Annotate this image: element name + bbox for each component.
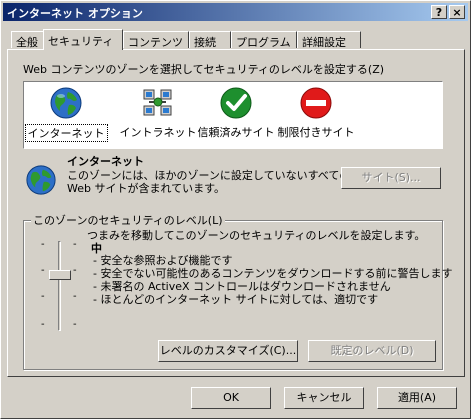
zone-restricted-label: 制限付きサイト xyxy=(277,126,355,139)
zone-trusted-label: 信頼済みサイト xyxy=(197,126,275,139)
slider-tick: - xyxy=(41,319,45,330)
ok-button[interactable]: OK xyxy=(191,387,271,409)
list-item: - 未署名の ActiveX コントロールはダウンロードされません xyxy=(93,280,391,293)
security-level-group-title: このゾーンのセキュリティのレベル(L) xyxy=(31,212,225,228)
zone-intranet[interactable]: イントラネット xyxy=(116,86,200,140)
zone-trusted[interactable]: 信頼済みサイト xyxy=(194,86,278,140)
slider-tick: - xyxy=(73,239,77,250)
custom-level-button[interactable]: レベルのカスタマイズ(C)... xyxy=(158,340,298,362)
window-title: インターネット オプション xyxy=(7,7,143,20)
close-button[interactable]: × xyxy=(449,5,465,19)
tab-security[interactable]: セキュリティ xyxy=(43,29,123,50)
globe-icon xyxy=(50,87,82,119)
slider-tick: - xyxy=(73,291,77,302)
zone-internet[interactable]: インターネット xyxy=(24,86,108,142)
checkmark-icon xyxy=(220,87,252,119)
list-item: - 安全でない可能性のあるコンテンツをダウンロードする前に警告します xyxy=(93,267,453,280)
zone-restricted[interactable]: 制限付きサイト xyxy=(274,86,358,140)
tab-general[interactable]: 全般 xyxy=(11,31,45,49)
security-slider-thumb[interactable] xyxy=(49,270,71,280)
intranet-icon xyxy=(143,89,172,116)
internet-options-window: インターネット オプション ? × 全般 セキュリティ コンテンツ 接続 プログ… xyxy=(0,0,471,419)
slider-tick: - xyxy=(41,239,45,250)
globe-icon xyxy=(26,165,56,195)
slider-tick: - xyxy=(41,265,45,276)
zone-list[interactable]: インターネット イントラネット 信頼済みサイト 制限付きサイト xyxy=(23,81,443,149)
list-item: - ほとんどのインターネット サイトに対しては、適切です xyxy=(93,293,379,306)
slider-tick: - xyxy=(73,319,77,330)
help-button[interactable]: ? xyxy=(431,5,447,19)
security-level-description: - 安全な参照および機能です - 安全でない可能性のあるコンテンツをダウンロード… xyxy=(93,254,452,306)
tab-programs[interactable]: プログラム xyxy=(231,31,297,49)
slider-tick: - xyxy=(73,265,77,276)
security-slider-track[interactable] xyxy=(58,241,61,331)
no-entry-icon xyxy=(300,87,332,119)
zone-intranet-label: イントラネット xyxy=(119,126,197,139)
zone-internet-label: インターネット xyxy=(24,124,108,142)
tab-content[interactable]: コンテンツ xyxy=(123,31,189,49)
default-level-button[interactable]: 既定のレベル(D) xyxy=(308,340,436,362)
zone-instruction: Web コンテンツのゾーンを選択してセキュリティのレベルを設定する(Z) xyxy=(23,63,385,76)
slider-tick: - xyxy=(41,291,45,302)
zone-info-desc-line2: Web サイトが含まれています。 xyxy=(67,182,226,195)
slider-instruction: つまみを移動してこのゾーンのセキュリティのレベルを設定します。 xyxy=(87,229,426,242)
tab-advanced[interactable]: 詳細設定 xyxy=(297,31,361,49)
sites-button[interactable]: サイト(S)... xyxy=(341,167,441,189)
cancel-button[interactable]: キャンセル xyxy=(284,387,364,409)
list-item: - 安全な参照および機能です xyxy=(93,254,233,267)
tab-connections[interactable]: 接続 xyxy=(189,31,231,49)
apply-button[interactable]: 適用(A) xyxy=(377,387,457,409)
title-bar[interactable]: インターネット オプション ? × xyxy=(3,3,468,21)
